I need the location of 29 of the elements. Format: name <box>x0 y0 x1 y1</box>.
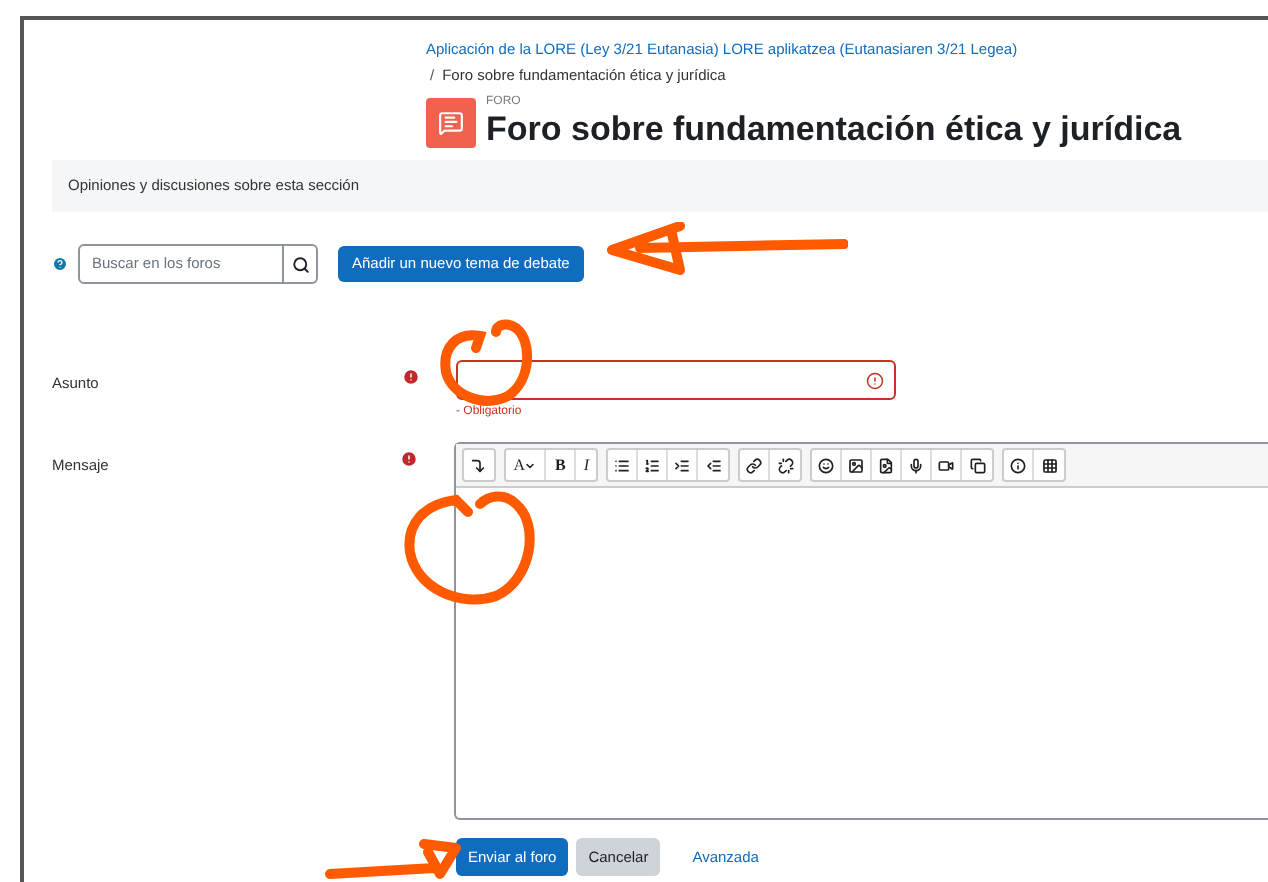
microphone-icon <box>908 457 925 473</box>
help-icon[interactable] <box>52 256 68 272</box>
numbered-list-icon <box>644 457 661 473</box>
page-title: Foro sobre fundamentación ética y jurídica <box>486 110 1182 150</box>
annotation-arrow <box>324 836 464 882</box>
forum-icon <box>426 98 476 148</box>
file-icon <box>878 457 895 473</box>
info-icon <box>1010 457 1027 473</box>
message-editor[interactable]: A B I <box>453 442 1268 820</box>
subject-field[interactable] <box>456 360 896 400</box>
font-menu-button[interactable]: A <box>505 450 547 480</box>
link-icon <box>746 457 763 473</box>
image-icon <box>848 457 865 473</box>
indent-icon <box>674 457 691 473</box>
copy-icon <box>969 457 986 473</box>
arrow-icon <box>470 457 487 473</box>
outdent-icon <box>705 457 722 473</box>
search-icon <box>291 255 309 273</box>
grid-icon <box>1041 457 1058 473</box>
format-button[interactable]: I <box>575 450 597 480</box>
unlink-icon <box>777 457 794 473</box>
toolbar-button[interactable] <box>740 450 771 480</box>
bullet-list-icon <box>614 457 631 473</box>
error-icon <box>866 371 884 389</box>
smiley-icon <box>818 457 835 473</box>
video-camera-icon <box>938 457 955 473</box>
caret-icon <box>524 459 537 471</box>
search-button[interactable] <box>284 244 318 284</box>
format-button[interactable]: B <box>546 450 576 480</box>
